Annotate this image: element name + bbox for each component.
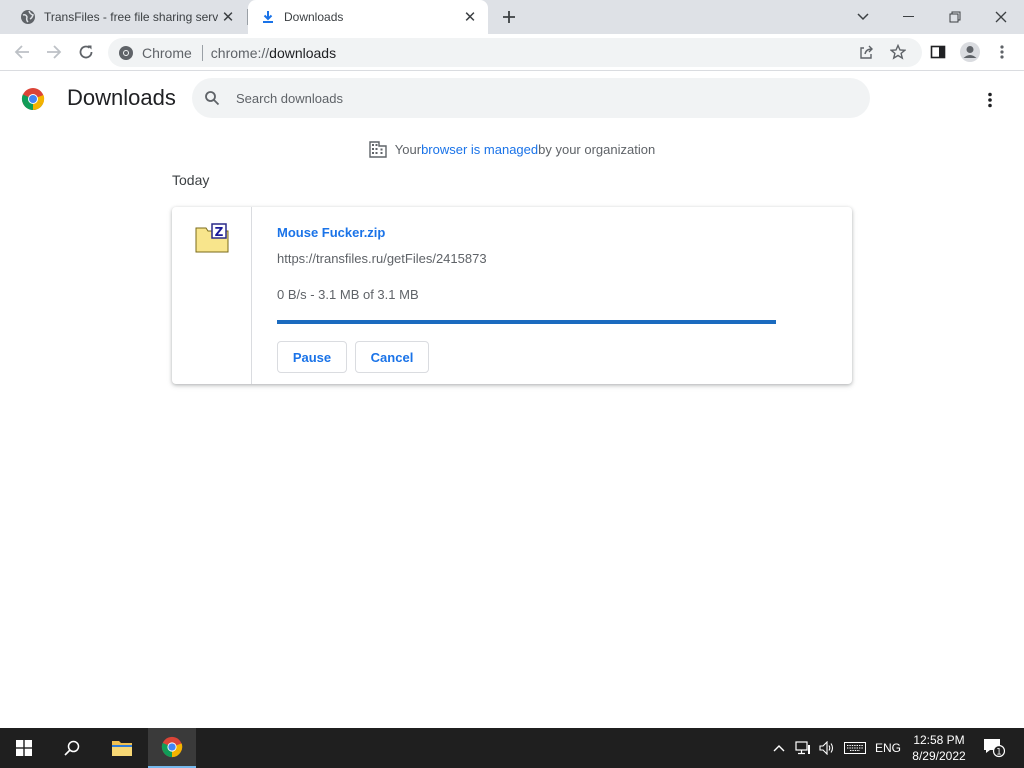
network-status[interactable] [792,728,814,768]
restore-icon [949,11,961,23]
search-input[interactable] [236,90,836,106]
svg-text:Z: Z [215,225,224,239]
managed-link[interactable]: browser is managed [421,142,538,157]
tab-title: TransFiles - free file sharing servic [44,10,218,24]
folder-icon [112,741,132,756]
network-icon [795,741,810,755]
avatar-icon [960,42,980,62]
managed-text-post: by your organization [538,141,656,157]
back-arrow-icon [14,45,29,59]
chrome-label: Chrome [142,44,192,61]
windows-taskbar: ENG 12:58 PM 8/29/2022 1 [0,728,1024,768]
search-icon [205,91,220,106]
page-title: Downloads [67,85,176,110]
omnibox-divider [201,44,203,61]
bookmark-button[interactable] [884,38,912,66]
url-prefix: chrome:// [210,44,270,61]
taskbar-clock[interactable]: 12:58 PM 8/29/2022 [904,732,974,764]
chrome-menu-button[interactable] [988,38,1016,66]
site-info-chip[interactable]: Chrome [118,45,192,61]
pause-button[interactable]: Pause [277,341,347,373]
forward-button[interactable] [40,38,68,66]
cancel-button[interactable]: Cancel [355,341,429,373]
taskbar-chrome[interactable] [148,728,196,768]
download-status: 0 B/s - 3.1 MB of 3.1 MB [277,287,419,302]
action-center-button[interactable]: 1 [980,728,1008,768]
profile-button[interactable] [956,38,984,66]
taskbar-file-explorer[interactable] [98,728,146,768]
tab-title: Downloads [284,10,344,24]
notification-icon: 1 [984,739,1005,758]
chevron-down-icon [857,13,869,21]
building-icon [369,141,387,158]
forward-arrow-icon [47,45,62,59]
download-progress-bar [277,320,776,324]
search-icon [64,740,80,756]
share-button[interactable] [852,38,880,66]
new-tab-button[interactable] [498,6,520,28]
downloads-header: Downloads [0,72,1024,128]
tab-downloads[interactable]: Downloads ✕ [248,0,488,34]
chrome-icon [119,45,133,60]
download-icon [260,9,276,25]
start-button[interactable] [0,728,48,768]
more-vert-icon [1000,45,1004,59]
chrome-logo-icon [21,88,45,110]
side-panel-icon [930,45,946,59]
managed-text-pre: Your [394,141,422,157]
close-window-button[interactable] [978,0,1024,34]
volume-icon [819,741,834,755]
url-text: chrome://downloads [211,45,336,61]
close-tab-icon[interactable]: ✕ [218,7,238,27]
touch-keyboard-button[interactable] [842,728,868,768]
globe-icon [20,9,36,25]
tab-transfiles[interactable]: TransFiles - free file sharing servic ✕ [8,0,246,34]
browser-toolbar: Chrome chrome://downloads [0,34,1024,71]
search-box[interactable] [192,78,870,118]
zip-file-icon: Z [195,223,229,253]
windows-logo-icon [16,740,32,756]
chrome-icon [161,736,183,758]
file-icon-column: Z [172,207,252,384]
download-source-url: https://transfiles.ru/getFiles/2415873 [277,251,487,266]
show-hidden-icons-button[interactable] [768,728,790,768]
tab-search-button[interactable] [840,0,886,34]
downloads-menu-button[interactable] [978,88,1002,112]
chevron-up-icon [773,745,785,752]
minimize-button[interactable] [886,0,932,34]
more-vert-icon [988,92,992,108]
download-item-card: Z Mouse Fucker.zip https://transfiles.ru… [172,207,852,384]
url-host: downloads [269,44,337,61]
date-group-label: Today [172,172,210,188]
volume-control[interactable] [816,728,838,768]
address-bar[interactable]: Chrome chrome://downloads [108,38,922,67]
close-tab-icon[interactable]: ✕ [460,7,480,27]
taskbar-search-button[interactable] [48,728,96,768]
back-button[interactable] [8,38,36,66]
tab-strip: TransFiles - free file sharing servic ✕ … [0,0,1024,34]
download-progress-fill [277,320,776,324]
minimize-icon [903,16,914,17]
restore-button[interactable] [932,0,978,34]
share-icon [860,45,873,59]
reload-icon [79,45,93,59]
notification-count: 1 [996,748,1001,758]
download-filename-link[interactable]: Mouse Fucker.zip [277,225,385,240]
reload-button[interactable] [72,38,100,66]
side-panel-button[interactable] [924,38,952,66]
managed-notice: Your browser is managed by your organiza… [0,140,1024,158]
clock-date: 8/29/2022 [912,749,966,763]
input-language-indicator[interactable]: ENG [872,728,904,768]
keyboard-icon [844,742,866,754]
close-icon [995,11,1007,23]
clock-time: 12:58 PM [913,733,965,747]
star-icon [890,44,906,60]
